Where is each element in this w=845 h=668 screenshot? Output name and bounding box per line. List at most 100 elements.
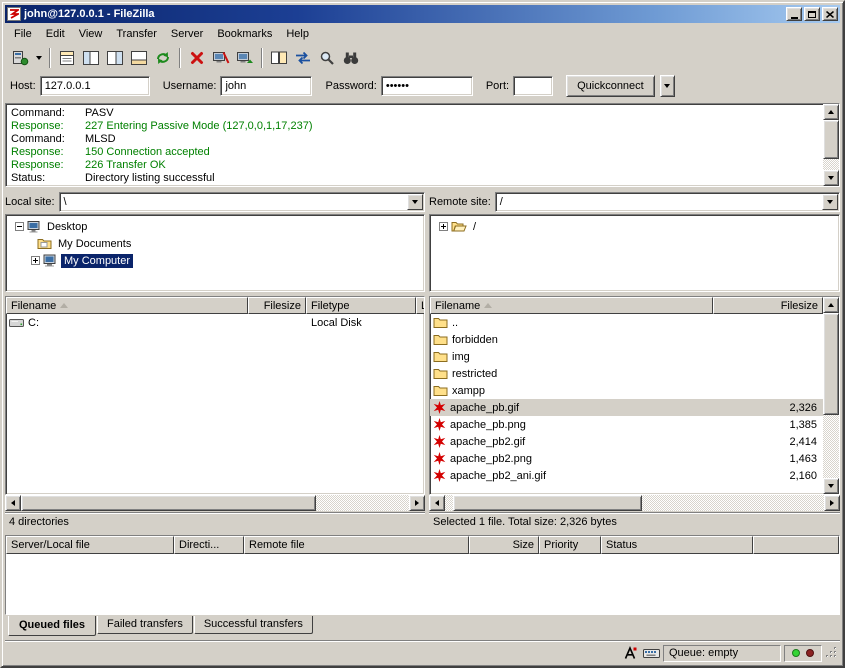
column-header-remote-file[interactable]: Remote file bbox=[244, 536, 469, 554]
scrollbar-thumb[interactable] bbox=[21, 495, 316, 511]
scroll-down-button[interactable] bbox=[823, 170, 839, 186]
scrollbar-thumb[interactable] bbox=[823, 313, 839, 415]
scroll-left-button[interactable] bbox=[5, 495, 21, 511]
menu-bookmarks[interactable]: Bookmarks bbox=[210, 25, 279, 43]
quickconnect-bar: Host: Username: Password: Port: Quickcon… bbox=[5, 72, 840, 100]
maximize-button[interactable] bbox=[804, 7, 820, 21]
local-file-row[interactable]: C: Local Disk bbox=[6, 314, 424, 331]
remote-file-row[interactable]: apache_pb2.gif 2,414 bbox=[430, 433, 823, 450]
quickconnect-dropdown-button[interactable] bbox=[660, 75, 675, 97]
abort-button[interactable] bbox=[185, 47, 209, 69]
resize-grip[interactable] bbox=[825, 646, 838, 662]
column-header-status[interactable]: Status bbox=[601, 536, 753, 554]
toggle-transfer-queue-button[interactable] bbox=[127, 47, 151, 69]
column-header-filename[interactable]: Filename bbox=[6, 297, 248, 314]
remote-file-row[interactable]: apache_pb.png 1,385 bbox=[430, 416, 823, 433]
column-header-filename[interactable]: Filename bbox=[430, 297, 713, 314]
site-manager-button[interactable] bbox=[8, 47, 32, 69]
remote-horizontal-scrollbar[interactable] bbox=[429, 495, 840, 511]
password-input[interactable] bbox=[381, 76, 473, 96]
remote-file-row[interactable]: img bbox=[430, 348, 823, 365]
remote-file-row[interactable]: apache_pb2.png 1,463 bbox=[430, 450, 823, 467]
scroll-up-button[interactable] bbox=[823, 104, 839, 120]
toggle-local-tree-button[interactable] bbox=[79, 47, 103, 69]
directory-comparison-button[interactable] bbox=[267, 47, 291, 69]
remote-file-row[interactable]: xampp bbox=[430, 382, 823, 399]
remote-vertical-scrollbar[interactable] bbox=[823, 297, 839, 494]
remote-site-combo[interactable]: / bbox=[495, 192, 840, 212]
remote-file-row[interactable]: forbidden bbox=[430, 331, 823, 348]
local-file-list[interactable]: C: Local Disk bbox=[6, 314, 424, 494]
scrollbar-thumb[interactable] bbox=[823, 120, 839, 159]
tree-item-root[interactable]: / bbox=[431, 218, 838, 235]
reconnect-icon bbox=[236, 50, 254, 66]
tab-successful-transfers[interactable]: Successful transfers bbox=[194, 616, 313, 634]
tab-failed-transfers[interactable]: Failed transfers bbox=[97, 616, 193, 634]
toolbar-separator bbox=[179, 48, 181, 68]
filezilla-window: john@127.0.0.1 - FileZilla File Edit Vie… bbox=[0, 0, 845, 668]
minimize-button[interactable] bbox=[786, 7, 802, 21]
combo-dropdown-button[interactable] bbox=[407, 194, 423, 210]
tree-item-my-computer[interactable]: My Computer bbox=[7, 252, 423, 269]
remote-file-list[interactable]: .. forbidden img restricted bbox=[430, 314, 823, 494]
tab-queued-files[interactable]: Queued files bbox=[8, 616, 96, 636]
toggle-message-log-button[interactable] bbox=[55, 47, 79, 69]
log-vertical-scrollbar[interactable] bbox=[823, 104, 839, 186]
menu-edit[interactable]: Edit bbox=[39, 25, 72, 43]
port-input[interactable] bbox=[513, 76, 553, 96]
column-header-last-modified[interactable]: L bbox=[416, 297, 424, 314]
collapse-expander-icon[interactable] bbox=[15, 222, 24, 231]
remote-file-row[interactable]: .. bbox=[430, 314, 823, 331]
username-input[interactable] bbox=[220, 76, 312, 96]
column-header-filesize[interactable]: Filesize bbox=[248, 297, 306, 314]
scrollbar-thumb[interactable] bbox=[453, 495, 643, 511]
menu-server[interactable]: Server bbox=[164, 25, 210, 43]
menu-transfer[interactable]: Transfer bbox=[109, 25, 164, 43]
reconnect-button[interactable] bbox=[233, 47, 257, 69]
scroll-up-button[interactable] bbox=[823, 297, 839, 313]
log-line: Command:MLSD bbox=[11, 133, 821, 146]
remote-file-row[interactable]: apache_pb2_ani.gif 2,160 bbox=[430, 467, 823, 484]
column-header-filesize[interactable]: Filesize bbox=[713, 297, 823, 314]
transfer-queue-list[interactable] bbox=[6, 554, 839, 614]
synchronized-browsing-button[interactable] bbox=[291, 47, 315, 69]
local-horizontal-scrollbar[interactable] bbox=[5, 495, 425, 511]
scroll-left-button[interactable] bbox=[429, 495, 445, 511]
local-status-text: 4 directories bbox=[5, 512, 425, 530]
expand-expander-icon[interactable] bbox=[31, 256, 40, 265]
menu-view[interactable]: View bbox=[72, 25, 110, 43]
tree-item-my-documents[interactable]: My Documents bbox=[7, 235, 423, 252]
host-input[interactable] bbox=[40, 76, 150, 96]
find-files-button[interactable] bbox=[315, 47, 339, 69]
remote-file-row[interactable]: restricted bbox=[430, 365, 823, 382]
tree-item-desktop[interactable]: Desktop bbox=[7, 218, 423, 235]
column-header-filler bbox=[753, 536, 839, 554]
menu-help[interactable]: Help bbox=[279, 25, 316, 43]
remote-file-row-selected[interactable]: apache_pb.gif 2,326 bbox=[430, 399, 823, 416]
toggle-remote-tree-button[interactable] bbox=[103, 47, 127, 69]
menu-file[interactable]: File bbox=[7, 25, 39, 43]
statusbar: Queue: empty bbox=[5, 640, 840, 663]
column-header-filetype[interactable]: Filetype bbox=[306, 297, 416, 314]
expand-expander-icon[interactable] bbox=[439, 222, 448, 231]
scroll-right-button[interactable] bbox=[409, 495, 425, 511]
scroll-right-button[interactable] bbox=[824, 495, 840, 511]
abort-icon bbox=[189, 50, 205, 66]
column-header-size[interactable]: Size bbox=[469, 536, 539, 554]
close-button[interactable] bbox=[822, 7, 838, 21]
column-header-priority[interactable]: Priority bbox=[539, 536, 601, 554]
file-name: .. bbox=[452, 317, 458, 329]
combo-dropdown-button[interactable] bbox=[822, 194, 838, 210]
remote-site-label: Remote site: bbox=[429, 196, 491, 208]
file-name: apache_pb.gif bbox=[450, 402, 519, 414]
local-pane: Local site: \ Desktop My Documents bbox=[5, 191, 425, 530]
column-header-direction[interactable]: Directi... bbox=[174, 536, 244, 554]
scroll-down-button[interactable] bbox=[823, 478, 839, 494]
refresh-button[interactable] bbox=[151, 47, 175, 69]
quickconnect-button[interactable]: Quickconnect bbox=[566, 75, 655, 97]
site-manager-dropdown-button[interactable] bbox=[32, 47, 45, 69]
filter-button[interactable] bbox=[339, 47, 363, 69]
disconnect-button[interactable] bbox=[209, 47, 233, 69]
column-header-server-local-file[interactable]: Server/Local file bbox=[6, 536, 174, 554]
local-site-combo[interactable]: \ bbox=[59, 192, 425, 212]
